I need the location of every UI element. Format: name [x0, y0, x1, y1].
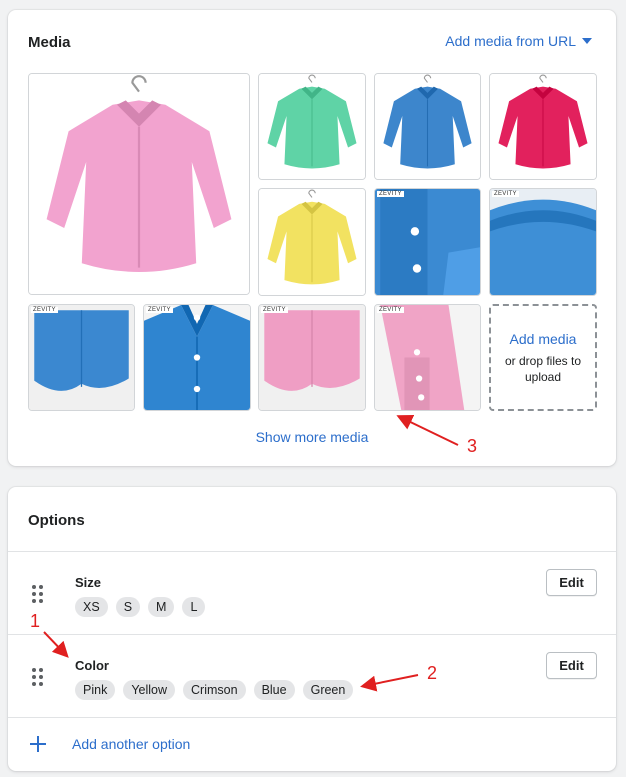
option-value-pill: M — [148, 597, 175, 617]
add-media-from-url-button[interactable]: Add media from URL — [445, 33, 592, 49]
option-name: Size — [75, 575, 102, 590]
product-photo — [259, 74, 365, 179]
show-more-media-link[interactable]: Show more media — [256, 429, 369, 445]
option-row-color: Color Pink Yellow Crimson Blue Green Edi… — [8, 635, 616, 717]
brand-watermark: ZEVITY — [146, 307, 173, 313]
media-image[interactable] — [489, 73, 597, 180]
divider — [8, 717, 616, 718]
product-photo — [29, 305, 134, 410]
product-photo — [375, 74, 480, 179]
media-image-main[interactable] — [28, 73, 250, 295]
option-values: XS S M L — [75, 597, 206, 617]
option-values: Pink Yellow Crimson Blue Green — [75, 680, 354, 700]
product-photo — [259, 305, 365, 410]
plus-icon — [30, 736, 46, 752]
media-card: Media Add media from URL ZEVITY ZEVITY Z… — [8, 10, 616, 466]
annotation-number: 2 — [427, 663, 438, 683]
product-photo — [490, 74, 596, 179]
edit-size-button[interactable]: Edit — [546, 569, 597, 596]
options-card: Options Size XS S M L Edit Color Pink Ye… — [8, 487, 616, 771]
option-value-pill: XS — [75, 597, 108, 617]
media-image[interactable] — [258, 188, 366, 296]
product-photo — [375, 189, 480, 295]
option-value-pill: Blue — [253, 680, 295, 700]
option-value-pill: Green — [302, 680, 354, 700]
edit-color-button[interactable]: Edit — [546, 652, 597, 679]
annotation-number: 3 — [467, 436, 478, 456]
options-title: Options — [28, 512, 85, 529]
caret-down-icon — [582, 38, 592, 44]
media-image[interactable]: ZEVITY — [143, 304, 251, 411]
brand-watermark: ZEVITY — [261, 307, 288, 313]
media-image[interactable]: ZEVITY — [374, 188, 481, 296]
media-image[interactable]: ZEVITY — [258, 304, 366, 411]
product-photo — [375, 305, 480, 410]
product-photo — [490, 189, 596, 295]
media-image[interactable]: ZEVITY — [374, 304, 481, 411]
drag-handle-icon[interactable] — [32, 668, 44, 686]
add-another-option-label: Add another option — [72, 736, 191, 752]
option-value-pill: Yellow — [123, 680, 176, 700]
option-name: Color — [75, 658, 109, 673]
add-another-option-button[interactable]: Add another option — [30, 736, 190, 752]
product-photo — [29, 74, 249, 294]
drop-files-hint: or drop files to upload — [504, 353, 582, 384]
product-photo — [144, 305, 250, 410]
add-media-link[interactable]: Add media — [510, 331, 577, 347]
annotation-number: 1 — [30, 611, 41, 631]
brand-watermark: ZEVITY — [31, 307, 58, 313]
media-image[interactable] — [374, 73, 481, 180]
media-image[interactable]: ZEVITY — [489, 188, 597, 296]
brand-watermark: ZEVITY — [377, 191, 404, 197]
brand-watermark: ZEVITY — [492, 191, 519, 197]
media-image[interactable]: ZEVITY — [28, 304, 135, 411]
brand-watermark: ZEVITY — [377, 307, 404, 313]
option-value-pill: Crimson — [183, 680, 246, 700]
drag-handle-icon[interactable] — [32, 585, 44, 603]
add-media-drop-zone[interactable]: Add media or drop files to upload — [489, 304, 597, 411]
media-image[interactable] — [258, 73, 366, 180]
option-value-pill: Pink — [75, 680, 116, 700]
option-value-pill: L — [182, 597, 206, 617]
product-photo — [259, 189, 365, 295]
media-title: Media — [28, 34, 71, 51]
option-value-pill: S — [115, 597, 141, 617]
add-media-from-url-label: Add media from URL — [445, 33, 576, 49]
option-row-size: Size XS S M L Edit — [8, 552, 616, 634]
